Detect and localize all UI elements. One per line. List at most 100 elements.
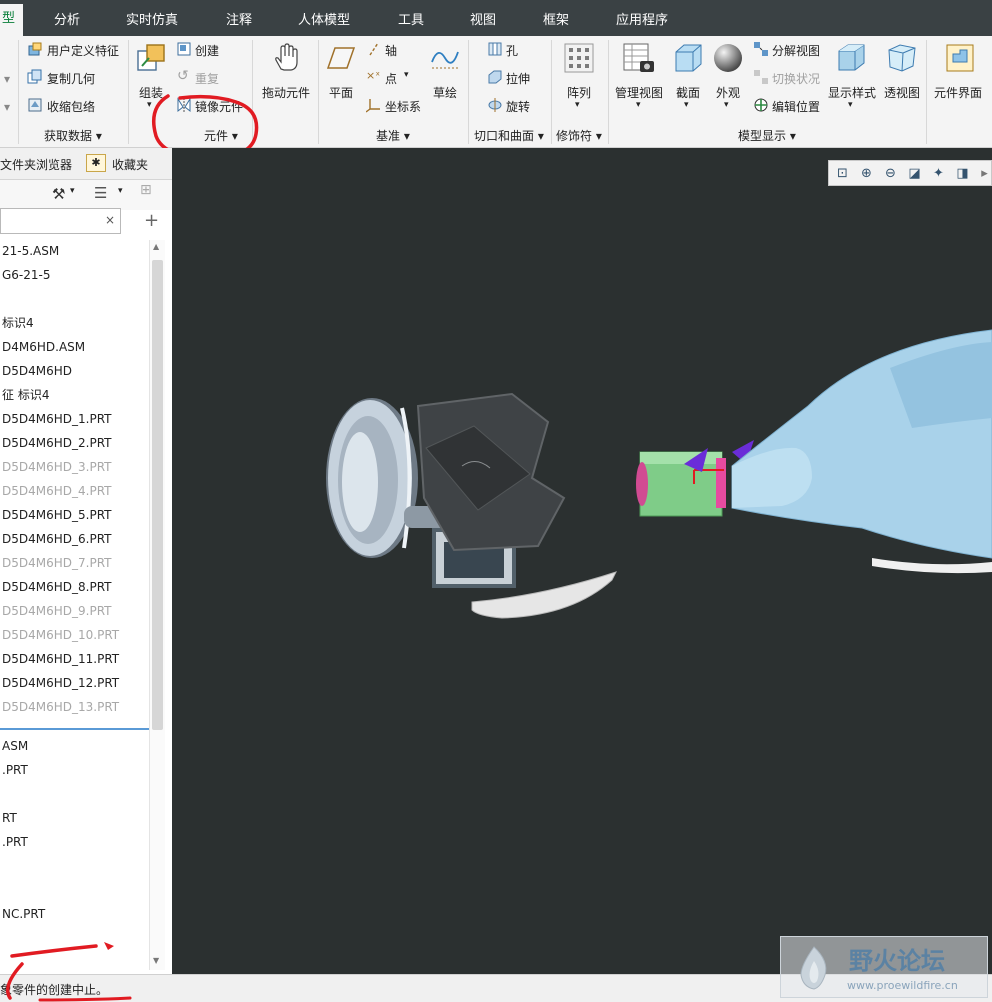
pattern-label: 阵列 (567, 86, 592, 100)
datum-plane-icon (326, 47, 356, 69)
hand-drag-icon (275, 43, 298, 71)
watermark-logo: 野火论坛 www.proewildfire.cn (780, 936, 988, 998)
tree-item[interactable]: .PRT (2, 831, 28, 853)
tree-item[interactable]: NC.PRT (2, 903, 45, 925)
group-model-display[interactable]: 模型显示 ▾ (738, 127, 796, 144)
dropdown-arrow-icon[interactable]: ▾ (4, 72, 10, 86)
datum-point-label: 点 (385, 72, 398, 86)
graphics-window[interactable]: ⊡ ⊕ ⊖ ◪ ✦ ◨ ▸ (172, 148, 992, 974)
group-model-display-label: 模型显示 (738, 129, 787, 143)
tree-divider (0, 728, 150, 730)
display-style-label: 显示样式 (828, 86, 877, 100)
tree-item[interactable]: D5D4M6HD (2, 360, 72, 382)
tab-folder-browser[interactable]: 文件夹浏览器 (0, 156, 72, 173)
watermark-title: 野火论坛 (849, 947, 945, 975)
scroll-up-icon[interactable]: ▲ (153, 242, 159, 251)
tree-item[interactable]: 21-5.ASM (2, 240, 59, 262)
tree-item[interactable]: D5D4M6HD_5.PRT (2, 504, 111, 526)
group-cut-surface[interactable]: 切口和曲面 ▾ (474, 127, 544, 144)
manage-views-icon (623, 43, 654, 72)
group-datum[interactable]: 基准 ▾ (376, 127, 410, 144)
drag-component-label: 拖动元件 (262, 86, 311, 100)
scroll-down-icon[interactable]: ▼ (153, 956, 159, 965)
display-style-cube-icon (838, 44, 865, 71)
dropdown-arrow-icon: ▾ (404, 70, 409, 80)
favorites-star-icon: ✱ (86, 154, 106, 172)
dropdown-arrow-icon: ▾ (636, 100, 641, 110)
tree-item[interactable]: D5D4M6HD_12.PRT (2, 672, 119, 694)
navigator-tabs: 文件夹浏览器 ✱ 收藏夹 (0, 148, 172, 180)
copy-geometry-icon (27, 69, 42, 84)
hole-icon (488, 42, 502, 56)
extrude-label: 拉伸 (506, 72, 531, 86)
group-modifiers-label: 修饰符 (556, 129, 593, 143)
extrude-icon (488, 70, 502, 84)
toggle-status-label: 切换状况 (772, 72, 821, 86)
clear-search-icon[interactable]: × (105, 213, 115, 227)
revolve-label: 旋转 (506, 100, 531, 114)
group-get-data[interactable]: 获取数据 ▾ (44, 127, 102, 144)
pattern-icon (564, 43, 594, 73)
tree-item[interactable]: D5D4M6HD_1.PRT (2, 408, 111, 430)
watermark-flame-icon (800, 946, 827, 990)
footpad-part (416, 392, 566, 552)
tree-item[interactable]: D5D4M6HD_6.PRT (2, 528, 111, 550)
tree-item[interactable]: D5D4M6HD_10.PRT (2, 624, 119, 646)
tools-icon[interactable]: ⚒ (52, 185, 65, 203)
tree-item[interactable]: G6-21-5 (2, 264, 51, 286)
tab-view[interactable]: 视图 (470, 6, 496, 36)
component-interface-icon (946, 44, 974, 72)
navigator-panel: 文件夹浏览器 ✱ 收藏夹 ⚒ ▾ ☰ ▾ ⊞ × + 21-5.ASM G6-2… (0, 148, 172, 974)
tree-item[interactable]: D5D4M6HD_4.PRT (2, 480, 111, 502)
hole-label: 孔 (506, 44, 519, 58)
tree-item[interactable]: D5D4M6HD_7.PRT (2, 552, 111, 574)
navigator-toolbar: ⚒ ▾ ☰ ▾ ⊞ (0, 180, 172, 210)
tab-applications[interactable]: 应用程序 (616, 6, 668, 36)
perspective-label: 透视图 (884, 86, 921, 100)
tree-item[interactable]: D4M6HD.ASM (2, 336, 85, 358)
add-icon[interactable]: + (144, 210, 159, 231)
tree-item[interactable]: RT (2, 807, 17, 829)
tree-item[interactable]: D5D4M6HD_2.PRT (2, 432, 111, 454)
tab-annotate[interactable]: 注释 (226, 6, 252, 36)
tab-live-simulation[interactable]: 实时仿真 (126, 6, 178, 36)
tab-manikin[interactable]: 人体模型 (298, 6, 350, 36)
tab-framework[interactable]: 框架 (543, 6, 569, 36)
group-modifiers[interactable]: 修饰符 ▾ (556, 127, 602, 144)
search-input[interactable]: × (0, 208, 121, 234)
coordinate-system-label: 坐标系 (385, 100, 422, 114)
filter-grid-icon[interactable]: ⊞ (140, 182, 152, 198)
sketch-icon (431, 51, 459, 69)
repeat-icon: ↺ (177, 68, 189, 84)
tree-item[interactable]: D5D4M6HD_9.PRT (2, 600, 111, 622)
tree-item[interactable]: 征 标识4 (2, 384, 49, 406)
group-datum-label: 基准 (376, 129, 401, 143)
scroll-thumb[interactable] (152, 260, 163, 730)
dropdown-arrow-icon[interactable]: ▾ (4, 100, 10, 114)
appearance-label: 外观 (716, 86, 741, 100)
udf-icon (28, 42, 42, 56)
tab-tools[interactable]: 工具 (398, 6, 424, 36)
toggle-status-icon (754, 70, 768, 84)
tree-item[interactable]: .PRT (2, 759, 28, 781)
tree-item[interactable]: 标识4 (2, 312, 34, 334)
shrinkwrap-icon (28, 98, 42, 112)
tab-favorites[interactable]: 收藏夹 (112, 156, 148, 173)
tab-model[interactable]: 型 (0, 4, 24, 36)
dropdown-arrow-icon[interactable]: ▾ (118, 186, 123, 196)
tree-item[interactable]: D5D4M6HD_11.PRT (2, 648, 119, 670)
manage-views-label: 管理视图 (615, 86, 664, 100)
datum-point-icon: ×ˣ (366, 69, 381, 82)
explode-view-icon (754, 42, 768, 56)
tree-item[interactable]: D5D4M6HD_3.PRT (2, 456, 111, 478)
settings-list-icon[interactable]: ☰ (94, 184, 107, 202)
tree-scrollbar[interactable]: ▲ ▼ (149, 240, 165, 970)
edit-position-icon (754, 98, 768, 112)
dropdown-arrow-icon[interactable]: ▾ (70, 186, 75, 196)
shrinkwrap-label: 收缩包络 (47, 100, 96, 114)
udf-label: 用户定义特征 (47, 44, 120, 58)
tree-item[interactable]: D5D4M6HD_13.PRT (2, 696, 119, 718)
tree-item[interactable]: ASM (2, 735, 28, 757)
tree-item[interactable]: D5D4M6HD_8.PRT (2, 576, 111, 598)
tab-analysis[interactable]: 分析 (54, 6, 80, 36)
